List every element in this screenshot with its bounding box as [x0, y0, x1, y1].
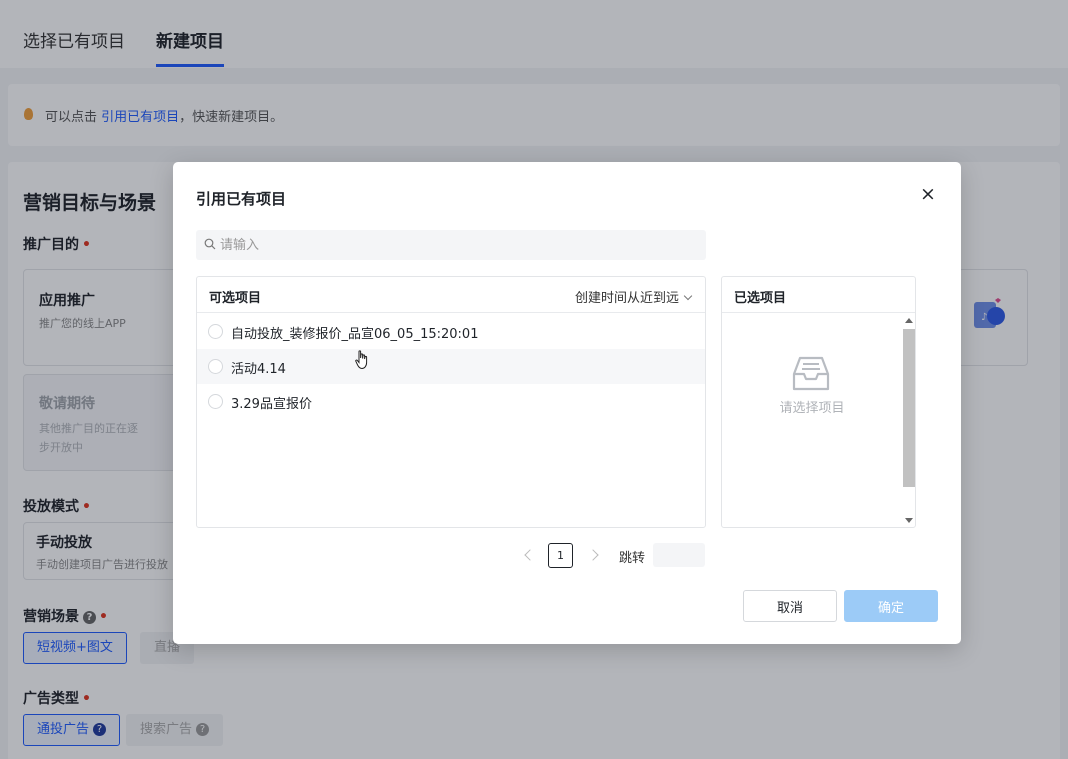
- project-label: 自动投放_装修报价_品宣06_05_15:20:01: [231, 327, 479, 342]
- project-label: 活动4.14: [231, 362, 286, 377]
- available-panel-title: 可选项目: [209, 291, 262, 306]
- search-box: [196, 230, 706, 260]
- search-icon: [204, 238, 216, 250]
- confirm-button[interactable]: 确定: [844, 590, 938, 622]
- selected-panel-header: 已选项目: [722, 277, 915, 313]
- scroll-down-arrow-icon[interactable]: [905, 518, 913, 523]
- radio-button[interactable]: [208, 394, 223, 409]
- jump-label: 跳转: [619, 551, 646, 566]
- radio-button[interactable]: [208, 324, 223, 339]
- jump-page-input[interactable]: [653, 543, 705, 567]
- page-1-button[interactable]: 1: [548, 543, 573, 568]
- empty-inbox-icon: [792, 356, 830, 391]
- empty-state-text: 请选择项目: [779, 401, 845, 416]
- hand-cursor-icon: [355, 350, 368, 370]
- reference-project-dialog: 引用已有项目 × 可选项目 创建时间从近到远 自动投放_装修报价_品宣06_05…: [173, 162, 961, 644]
- project-row[interactable]: 3.29品宣报价: [197, 384, 705, 419]
- selected-projects-panel: 已选项目 请选择项目: [721, 276, 916, 528]
- dialog-title: 引用已有项目: [196, 190, 287, 208]
- project-row[interactable]: 自动投放_装修报价_品宣06_05_15:20:01: [197, 314, 705, 349]
- available-projects-panel: 可选项目 创建时间从近到远 自动投放_装修报价_品宣06_05_15:20:01…: [196, 276, 706, 528]
- scroll-up-arrow-icon[interactable]: [905, 318, 913, 323]
- project-row[interactable]: 活动4.14: [197, 349, 705, 384]
- scrollbar[interactable]: [902, 314, 916, 527]
- chevron-down-icon: [683, 291, 693, 301]
- selected-panel-title: 已选项目: [734, 291, 787, 306]
- search-input[interactable]: [220, 230, 700, 260]
- radio-button[interactable]: [208, 359, 223, 374]
- sort-label: 创建时间从近到远: [574, 291, 679, 306]
- scroll-thumb[interactable]: [903, 329, 915, 487]
- sort-dropdown[interactable]: 创建时间从近到远: [574, 287, 693, 306]
- cancel-button[interactable]: 取消: [743, 590, 837, 622]
- next-page-icon[interactable]: [587, 549, 599, 561]
- available-panel-header: 可选项目 创建时间从近到远: [197, 277, 705, 313]
- prev-page-icon[interactable]: [524, 549, 536, 561]
- project-label: 3.29品宣报价: [231, 397, 312, 412]
- close-icon[interactable]: ×: [918, 184, 938, 204]
